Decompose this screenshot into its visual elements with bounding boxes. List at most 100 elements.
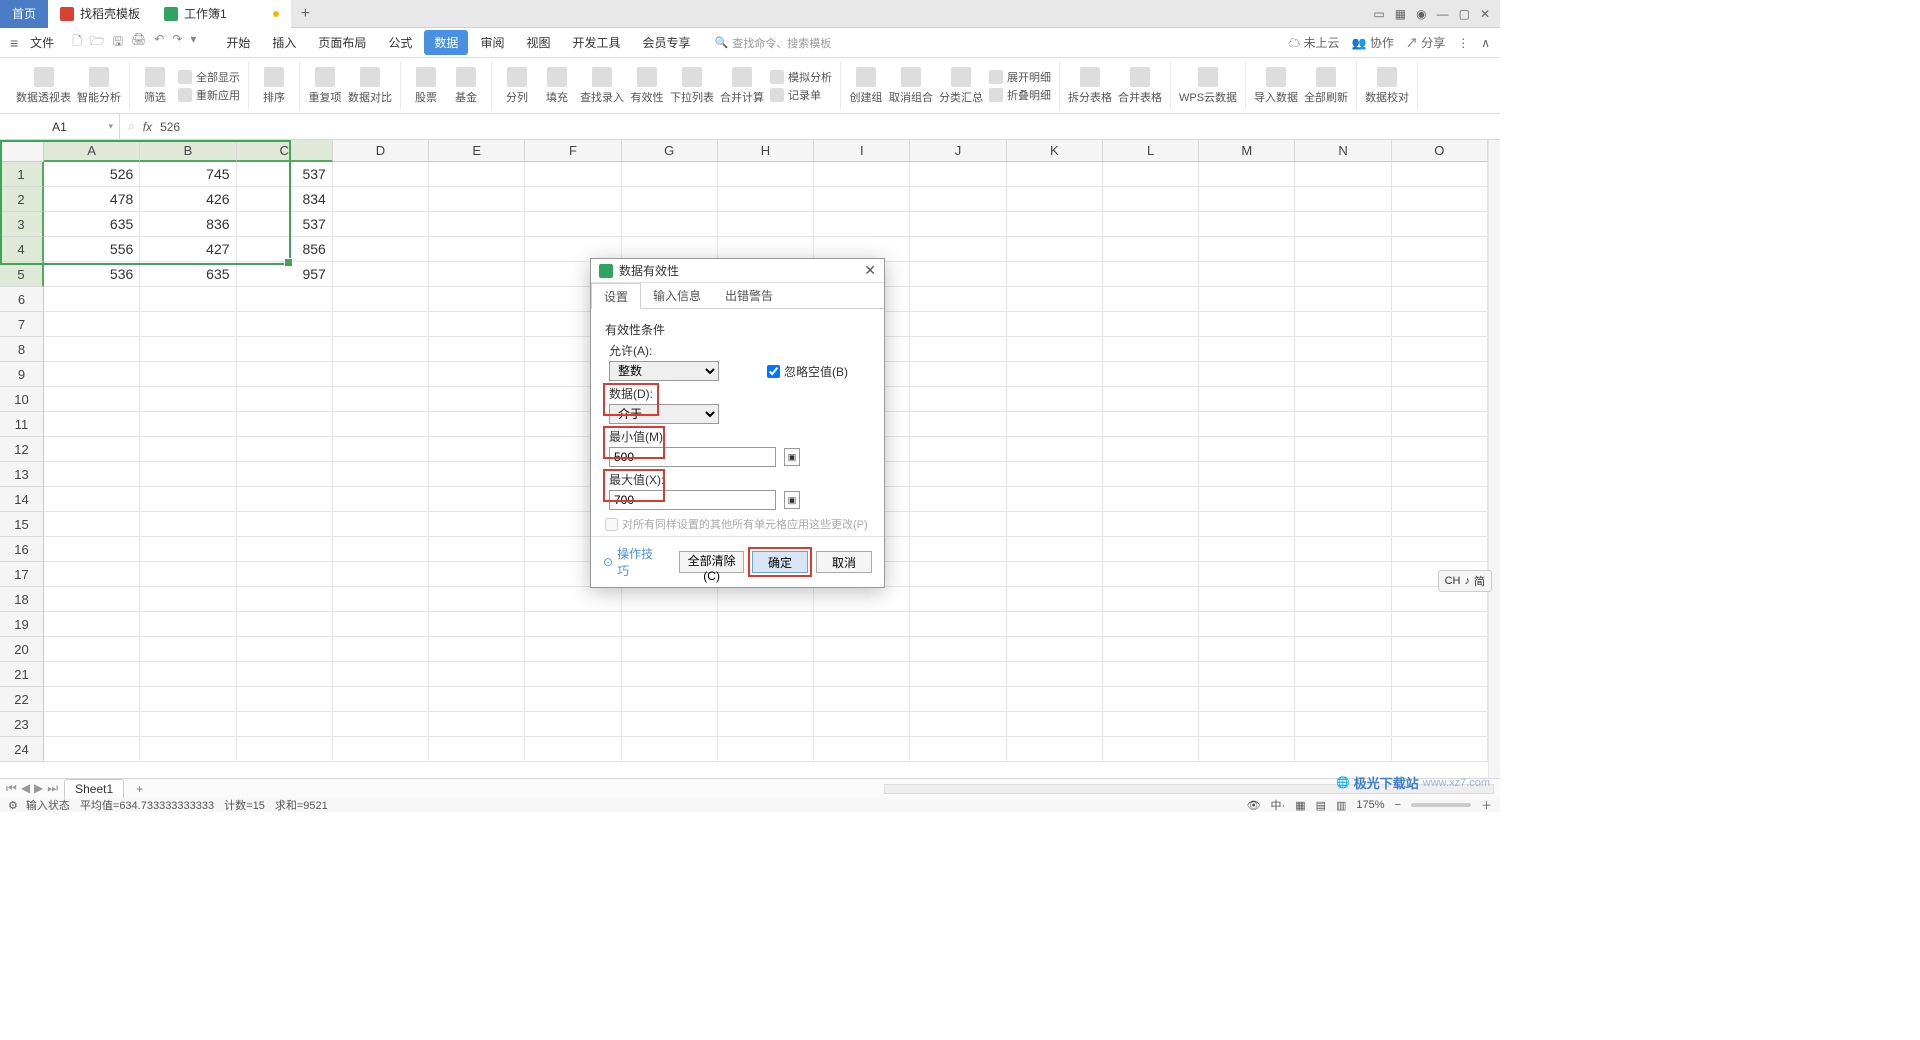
cell[interactable] — [814, 187, 910, 212]
cell[interactable] — [44, 687, 140, 712]
cell[interactable] — [622, 212, 718, 237]
cell[interactable] — [910, 262, 1006, 287]
cell[interactable] — [140, 312, 236, 337]
ribbon-数据对比[interactable]: 数据对比 — [348, 67, 392, 105]
cell[interactable] — [333, 312, 429, 337]
cell[interactable] — [1007, 462, 1103, 487]
cell[interactable] — [333, 337, 429, 362]
row-header-18[interactable]: 18 — [0, 587, 44, 612]
ribbon-有效性[interactable]: 有效性 — [630, 67, 664, 105]
cell[interactable] — [1007, 287, 1103, 312]
cell[interactable] — [429, 262, 525, 287]
cell[interactable] — [333, 387, 429, 412]
cell[interactable] — [1007, 562, 1103, 587]
cell[interactable] — [237, 687, 333, 712]
row-header-16[interactable]: 16 — [0, 537, 44, 562]
apps-icon[interactable]: ▦ — [1395, 7, 1406, 21]
cell[interactable] — [1007, 662, 1103, 687]
ribbon-折叠明细[interactable]: 折叠明细 — [989, 87, 1051, 103]
row-header-3[interactable]: 3 — [0, 212, 44, 237]
cell[interactable] — [237, 587, 333, 612]
cell[interactable] — [1392, 262, 1488, 287]
cell[interactable] — [1199, 362, 1295, 387]
col-header-J[interactable]: J — [910, 140, 1006, 162]
row-header-7[interactable]: 7 — [0, 312, 44, 337]
view-page-icon[interactable]: ▤ — [1316, 799, 1326, 812]
cell[interactable] — [814, 637, 910, 662]
cell[interactable] — [814, 687, 910, 712]
cloud-status[interactable]: ☁ 未上云 — [1288, 34, 1339, 51]
ribbon-tab-1[interactable]: 插入 — [262, 30, 306, 55]
cell[interactable] — [1103, 387, 1199, 412]
cell[interactable] — [1007, 162, 1103, 187]
cell[interactable] — [1199, 512, 1295, 537]
ribbon-tab-7[interactable]: 开发工具 — [562, 30, 630, 55]
ribbon-重复项[interactable]: 重复项 — [308, 67, 342, 105]
ribbon-WPS云数据[interactable]: WPS云数据 — [1179, 67, 1237, 105]
cell[interactable] — [1392, 712, 1488, 737]
cell[interactable] — [237, 337, 333, 362]
cell[interactable] — [44, 562, 140, 587]
tips-link[interactable]: ⊙操作技巧 — [603, 545, 663, 579]
row-header-22[interactable]: 22 — [0, 687, 44, 712]
cell[interactable] — [140, 362, 236, 387]
col-header-D[interactable]: D — [333, 140, 429, 162]
cell[interactable] — [1199, 612, 1295, 637]
cell[interactable] — [718, 662, 814, 687]
cell[interactable] — [718, 587, 814, 612]
dialog-tab-0[interactable]: 设置 — [591, 283, 641, 309]
cell[interactable] — [1103, 687, 1199, 712]
cell[interactable] — [429, 412, 525, 437]
cell[interactable] — [622, 612, 718, 637]
cell[interactable] — [333, 462, 429, 487]
cell[interactable] — [814, 612, 910, 637]
ignore-blank-input[interactable] — [767, 365, 780, 378]
close-button[interactable]: ✕ — [1480, 7, 1490, 21]
cell[interactable] — [718, 612, 814, 637]
fx-icon[interactable]: fx — [143, 120, 152, 134]
cell[interactable] — [718, 212, 814, 237]
col-header-N[interactable]: N — [1295, 140, 1391, 162]
ribbon-导入数据[interactable]: 导入数据 — [1254, 67, 1298, 105]
cell[interactable] — [1392, 387, 1488, 412]
ribbon-智能分析[interactable]: 智能分析 — [77, 67, 121, 105]
cell[interactable] — [1392, 312, 1488, 337]
ribbon-排序[interactable]: 排序 — [257, 67, 291, 105]
cell[interactable] — [525, 712, 621, 737]
cell[interactable] — [1103, 537, 1199, 562]
cell[interactable]: 526 — [44, 162, 140, 187]
qa-redo-icon[interactable]: ↷ — [172, 32, 182, 53]
qa-save-icon[interactable]: 🖫 — [113, 32, 123, 53]
cell[interactable] — [1392, 637, 1488, 662]
cell[interactable] — [1199, 737, 1295, 762]
cell[interactable] — [44, 412, 140, 437]
cell[interactable] — [333, 412, 429, 437]
cell[interactable] — [525, 612, 621, 637]
cell[interactable] — [140, 412, 236, 437]
row-header-21[interactable]: 21 — [0, 662, 44, 687]
fx-tools-icon[interactable]: ⌕ — [128, 119, 135, 134]
cell[interactable] — [910, 437, 1006, 462]
ribbon-合并表格[interactable]: 合并表格 — [1118, 67, 1162, 105]
cell[interactable]: 957 — [237, 262, 333, 287]
settings-icon[interactable]: ⚙ — [8, 799, 18, 812]
cell[interactable] — [237, 287, 333, 312]
cell[interactable] — [429, 662, 525, 687]
eye-icon[interactable]: 👁 — [1247, 799, 1261, 812]
ok-button[interactable]: 确定 — [752, 551, 808, 573]
qa-new-icon[interactable]: 🗋 — [72, 32, 82, 53]
cell[interactable] — [1103, 662, 1199, 687]
cell[interactable] — [525, 662, 621, 687]
cell[interactable] — [237, 562, 333, 587]
zoom-label[interactable]: 175% — [1356, 799, 1384, 811]
cell[interactable] — [44, 537, 140, 562]
cell[interactable] — [237, 412, 333, 437]
ribbon-创建组[interactable]: 创建组 — [849, 67, 883, 105]
cell[interactable] — [140, 612, 236, 637]
cell[interactable] — [1103, 612, 1199, 637]
zoom-out-button[interactable]: − — [1395, 799, 1401, 811]
cell[interactable] — [44, 587, 140, 612]
cell[interactable] — [1392, 487, 1488, 512]
cell[interactable] — [44, 462, 140, 487]
cell[interactable] — [140, 462, 236, 487]
